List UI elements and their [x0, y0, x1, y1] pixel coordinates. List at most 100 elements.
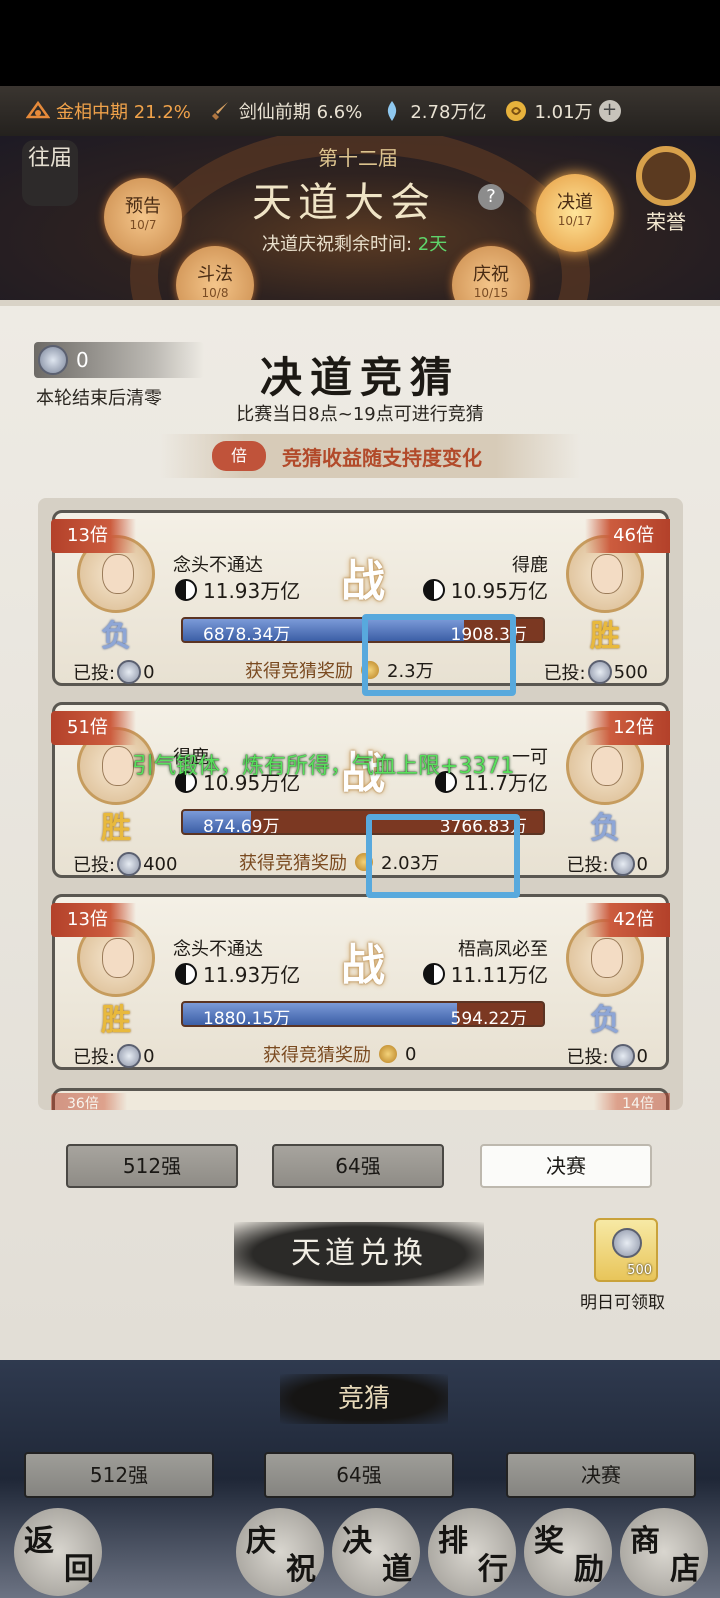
reward-highlight-box [362, 614, 516, 696]
bottom-tab-final[interactable]: 决赛 [506, 1452, 696, 1498]
sword-progress: 剑仙前期 6.6% [209, 98, 362, 124]
add-coin-button[interactable]: + [598, 100, 621, 122]
avatar-face [591, 554, 623, 594]
coin-icon [379, 1045, 397, 1063]
nav-char: 励 [574, 1552, 604, 1587]
honor-icon [636, 146, 696, 206]
nav-char: 排 [438, 1524, 468, 1559]
tiandao-exchange-button[interactable]: 天道兑换 [234, 1222, 484, 1286]
spirit-crystal-text: 2.78万亿 [410, 102, 487, 123]
nav-char: 决 [342, 1524, 372, 1559]
nav-celebration-button[interactable]: 庆祝 [236, 1508, 324, 1596]
spirit-crystal-icon [388, 101, 397, 121]
match-list[interactable]: 13倍 46倍 负 胜 念头不通达 得鹿 11.93万亿 10.95万亿 战 6… [38, 498, 683, 1110]
coin-count: 1.01万 + [504, 98, 621, 124]
stage-preview[interactable]: 预告 10/7 [104, 178, 182, 256]
yinyang-icon [175, 578, 197, 601]
bet-label: 已投: [566, 855, 609, 876]
stage-date: 10/8 [201, 286, 229, 300]
past-sessions-button[interactable]: 往届 [22, 140, 78, 206]
nav-ranking-button[interactable]: 排行 [428, 1508, 516, 1596]
right-support: 594.22万 [450, 1009, 527, 1027]
support-bar: 1880.15万 594.22万 [181, 1001, 545, 1027]
help-button[interactable]: ? [478, 184, 504, 210]
nav-back-button[interactable]: 返回 [14, 1508, 102, 1596]
stage-date: 10/7 [129, 218, 157, 232]
honor-label: 荣誉 [646, 210, 686, 234]
right-result: 负 [590, 811, 620, 846]
nav-shop-button[interactable]: 商店 [620, 1508, 708, 1596]
stage-label: 斗法 [197, 264, 233, 285]
nav-rewards-button[interactable]: 奖励 [524, 1508, 612, 1596]
assembly-header: 第十二届 天道大会 ? 决道庆祝剩余时间: 2天 预告 10/7 斗法 10/8 庆… [0, 136, 720, 306]
countdown-value: 2天 [417, 234, 448, 255]
panel-title: 决道竞猜 [259, 353, 460, 402]
tab-final[interactable]: 决赛 [480, 1144, 652, 1188]
sword-progress-text: 剑仙前期 6.6% [238, 102, 363, 123]
tab-top64[interactable]: 64强 [272, 1144, 444, 1188]
bet-value: 0 [636, 853, 648, 875]
left-player-power: 11.93万亿 [175, 575, 300, 604]
bet-label: 已投: [566, 1047, 609, 1068]
left-odds: 13倍 [51, 903, 136, 937]
guess-token-icon [610, 1044, 635, 1068]
match-card[interactable]: 13倍 42倍 胜 负 念头不通达 梧高凤必至 11.93万亿 11.11万亿 … [51, 894, 670, 1070]
honor-button[interactable]: 荣誉 [628, 146, 704, 236]
right-player-name: 得鹿 [512, 555, 548, 576]
guess-token-icon [117, 660, 142, 684]
celebration-countdown: 决道庆祝剩余时间: 2天 [262, 230, 447, 256]
match-card[interactable]: 13倍 46倍 负 胜 念头不通达 得鹿 11.93万亿 10.95万亿 战 6… [51, 510, 670, 686]
guess-token-icon [587, 660, 612, 684]
resource-bar: 金相中期 21.2% 剑仙前期 6.6% 2.78万亿 1.01万 + [0, 86, 720, 136]
left-odds: 13倍 [51, 519, 136, 553]
tab-top512[interactable]: 512强 [66, 1144, 238, 1188]
power-value: 10.95万亿 [450, 579, 548, 603]
power-value: 11.93万亿 [203, 963, 301, 987]
avatar-face [102, 938, 134, 978]
left-player-power: 11.93万亿 [175, 959, 300, 988]
bet-label: 已投: [543, 663, 586, 684]
bet-value: 500 [613, 661, 648, 683]
match-card[interactable]: 51倍 12倍 胜 负 得鹿 一可 10.95万亿 11.7万亿 战 874.6… [51, 702, 670, 878]
reward-label: 获得竞猜奖励 [263, 1045, 371, 1066]
stage-date: 10/17 [557, 214, 593, 228]
yinyang-icon [175, 962, 197, 985]
nav-final-button[interactable]: 决道 [332, 1508, 420, 1596]
nav-char: 祝 [286, 1552, 316, 1587]
assembly-title: 天道大会 [252, 180, 436, 226]
round-label: 第十二届 [318, 146, 398, 170]
guess-reward: 获得竞猜奖励 0 [263, 1041, 416, 1067]
guess-panel: 0 本轮结束后清零 决道竞猜 比赛当日8点~19点可进行竞猜 倍 竞猜收益随支持… [0, 300, 720, 1360]
right-odds: 42倍 [585, 903, 670, 937]
left-odds: 51倍 [51, 711, 136, 745]
nav-char: 道 [382, 1552, 412, 1587]
nav-char: 店 [670, 1552, 700, 1587]
match-card-partial[interactable]: 36倍 14倍 [51, 1088, 670, 1110]
left-bet: 已投: 400 [73, 851, 177, 877]
vs-badge: 战 [341, 940, 385, 991]
cultivation-toast: 引气锻体，炼有所得，气血上限+3371 [132, 754, 515, 779]
yinyang-icon [422, 962, 445, 985]
left-bet: 已投: 0 [73, 659, 155, 685]
bet-value: 0 [143, 1045, 155, 1067]
vs-badge: 战 [341, 556, 385, 607]
left-support: 6878.34万 [203, 625, 291, 643]
yinyang-icon [422, 578, 445, 601]
bottom-area: 竞猜 512强 64强 决赛 返回 庆祝 决道 排行 奖励 商店 [0, 1360, 720, 1598]
right-odds: 12倍 [585, 711, 670, 745]
bottom-tab-top64[interactable]: 64强 [264, 1452, 454, 1498]
ratio-banner-text: 竞猜收益随支持度变化 [282, 445, 482, 470]
stage-date: 10/15 [473, 286, 509, 300]
bottom-tab-top512[interactable]: 512强 [24, 1452, 214, 1498]
stage-final[interactable]: 决道 10/17 [536, 174, 614, 252]
bet-value: 400 [143, 853, 178, 875]
right-player-name: 一可 [512, 747, 548, 768]
sword-icon [211, 102, 228, 120]
bet-value: 0 [636, 1045, 648, 1067]
right-player-power: 11.11万亿 [422, 959, 548, 988]
daily-reward-chest[interactable]: 500 [594, 1218, 658, 1282]
right-player-power: 10.95万亿 [422, 575, 548, 604]
nav-char: 返 [24, 1524, 54, 1559]
spirit-crystal-count: 2.78万亿 [380, 98, 486, 124]
realm-progress-text: 金相中期 21.2% [56, 102, 191, 123]
